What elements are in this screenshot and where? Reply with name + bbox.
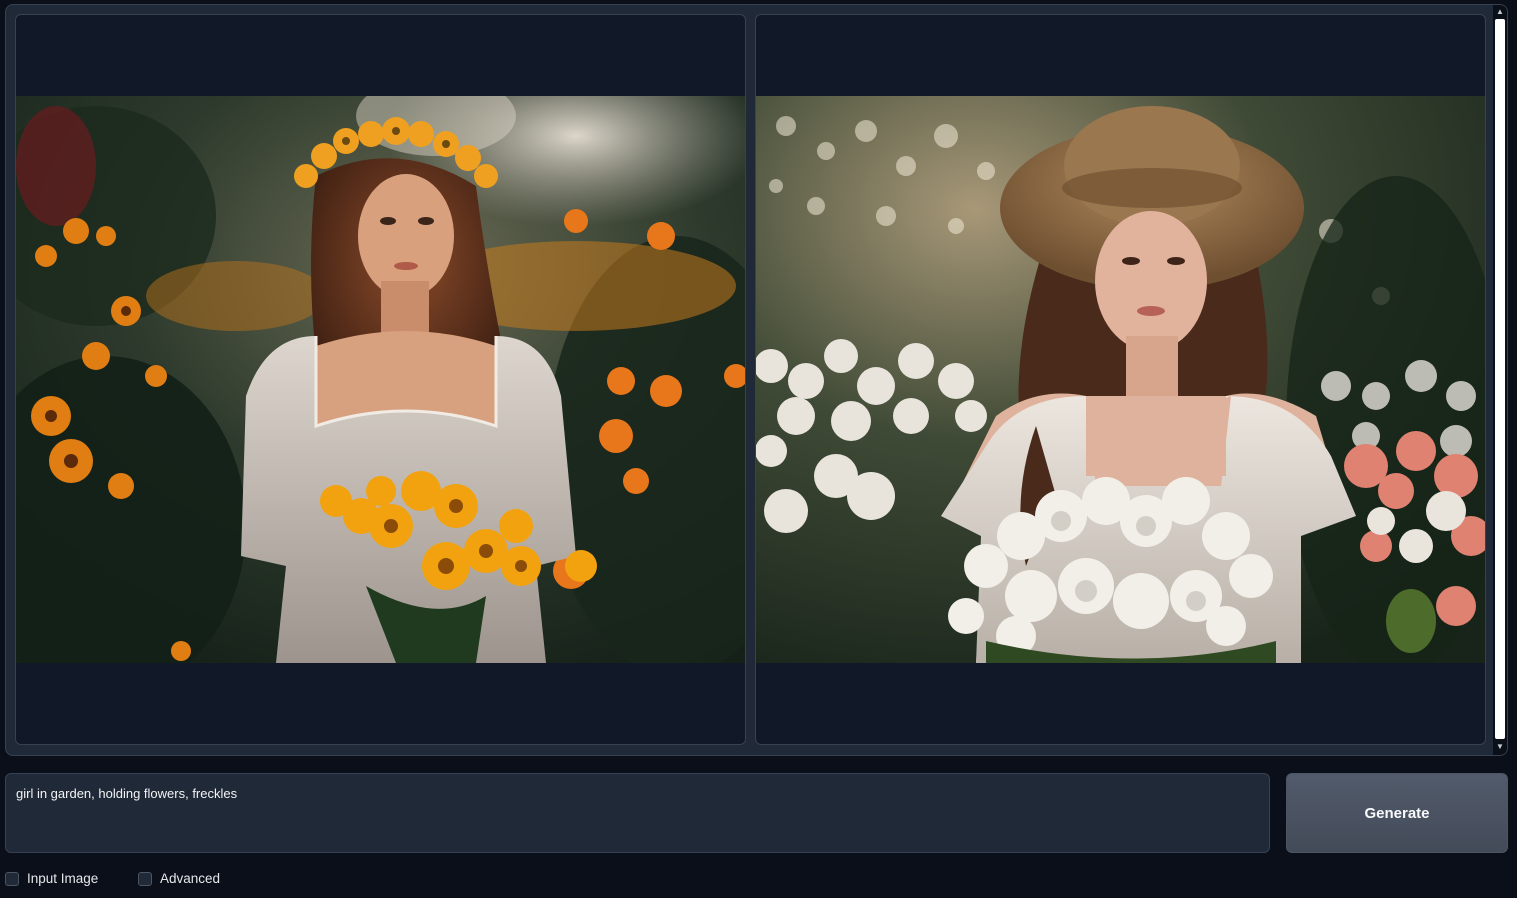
prompt-input[interactable] xyxy=(6,774,1269,852)
image-gallery: ▲ ▼ xyxy=(5,4,1508,756)
input-image-label: Input Image xyxy=(27,871,99,886)
advanced-checkbox[interactable] xyxy=(138,871,152,886)
prompt-input-container xyxy=(5,773,1270,853)
generated-image-2[interactable] xyxy=(756,96,1485,663)
generate-button[interactable]: Generate xyxy=(1286,773,1508,853)
scroll-thumb[interactable] xyxy=(1495,19,1505,739)
gallery-scrollbar[interactable]: ▲ ▼ xyxy=(1493,5,1507,755)
scroll-down-icon[interactable]: ▼ xyxy=(1495,741,1505,753)
gallery-image-1[interactable] xyxy=(15,14,746,745)
generated-image-1[interactable] xyxy=(16,96,745,663)
advanced-label: Advanced xyxy=(160,871,221,886)
input-image-option[interactable]: Input Image xyxy=(5,871,98,886)
scroll-up-icon[interactable]: ▲ xyxy=(1495,6,1505,18)
gallery-image-2[interactable] xyxy=(755,14,1486,745)
advanced-option[interactable]: Advanced xyxy=(138,871,220,886)
input-image-checkbox[interactable] xyxy=(5,871,19,886)
